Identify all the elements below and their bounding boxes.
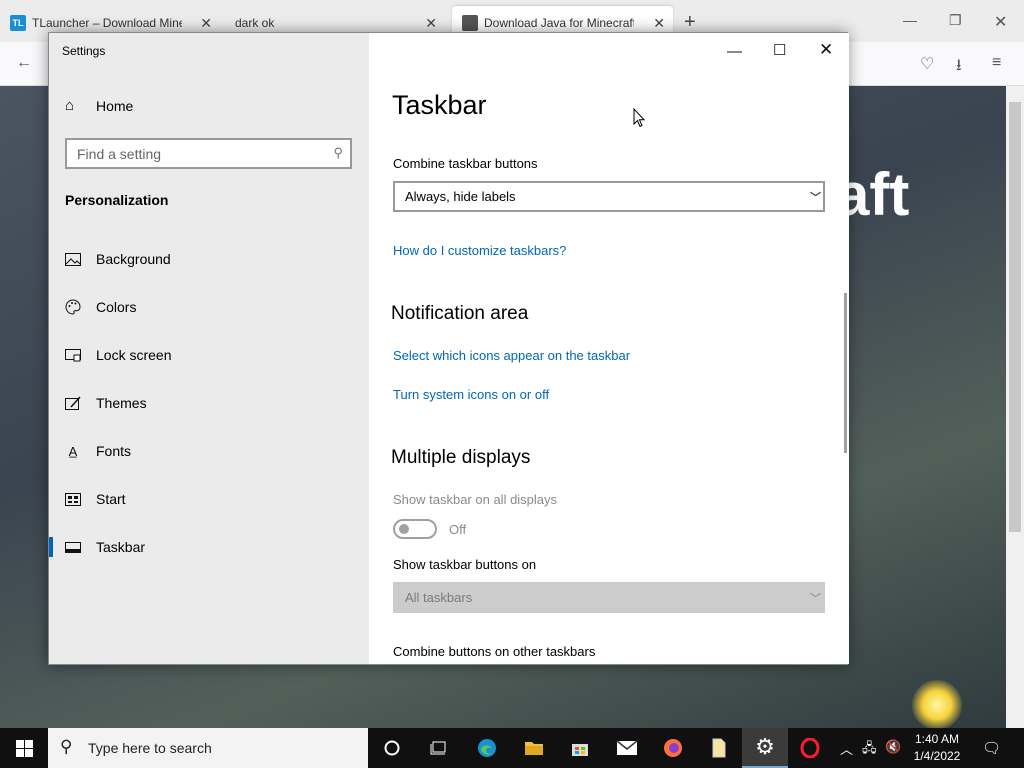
close-tab-icon[interactable]: ✕ — [653, 15, 665, 32]
pocket-icon[interactable]: ♡ — [920, 54, 934, 74]
start-button[interactable] — [0, 728, 48, 768]
new-tab-icon[interactable]: + — [684, 11, 696, 34]
home-icon: ⌂ — [65, 97, 75, 114]
fonts-icon: A̲ — [68, 443, 78, 459]
picture-icon — [65, 251, 81, 267]
find-setting-input[interactable]: Find a setting ⚲ — [65, 138, 352, 169]
search-placeholder: Find a setting — [77, 146, 162, 162]
settings-content: — ☐ ✕ Taskbar Combine taskbar buttons Al… — [369, 33, 849, 664]
chevron-down-icon: ﹀ — [810, 192, 821, 204]
show-taskbar-all-displays-toggle[interactable] — [393, 519, 437, 539]
home-nav-item[interactable]: ⌂ Home — [65, 97, 133, 114]
sidebar-item-label: Fonts — [96, 443, 132, 459]
taskbar-search-placeholder: Type here to search — [88, 740, 212, 756]
customize-taskbars-link[interactable]: How do I customize taskbars? — [393, 243, 566, 258]
restore-icon[interactable]: ❐ — [949, 12, 962, 29]
mail-icon[interactable] — [604, 728, 650, 768]
file-icon[interactable] — [696, 728, 742, 768]
sidebar-item-background[interactable]: Background — [65, 249, 365, 269]
notification-icon[interactable]: 🗨 — [982, 739, 1001, 757]
sidebar-item-label: Background — [96, 251, 171, 267]
sidebar-item-start[interactable]: Start — [65, 489, 365, 509]
combine-taskbar-buttons-label: Combine taskbar buttons — [393, 156, 538, 171]
firefox-icon[interactable] — [650, 728, 696, 768]
sidebar-item-themes[interactable]: Themes — [65, 393, 365, 413]
window-title: Settings — [62, 44, 106, 58]
notification-area-heading: Notification area — [391, 303, 529, 324]
close-tab-icon[interactable]: ✕ — [425, 15, 437, 32]
show-taskbar-buttons-dropdown[interactable]: All taskbars ﹀ — [393, 582, 825, 613]
page-title: Taskbar — [392, 90, 487, 120]
settings-window: Settings ⌂ Home Find a setting ⚲ Persona… — [48, 32, 849, 665]
store-icon[interactable] — [557, 728, 603, 768]
select-icons-link[interactable]: Select which icons appear on the taskbar — [393, 348, 630, 363]
close-tab-icon[interactable]: ✕ — [200, 15, 212, 32]
file-explorer-icon[interactable] — [511, 728, 557, 768]
clock-date: 1/4/2022 — [913, 749, 961, 763]
sidebar-item-fonts[interactable]: A̲ Fonts — [65, 441, 365, 461]
home-label: Home — [96, 97, 134, 114]
taskbar-icon — [65, 539, 81, 555]
combine-other-taskbars-label: Combine buttons on other taskbars — [393, 644, 596, 659]
taskbar: ⚲ Type here to search ⚙ ︿ 🖧 🔇 1:40 AM 1/… — [0, 728, 1024, 768]
search-icon: ⚲ — [60, 737, 73, 756]
maximize-icon[interactable]: ☐ — [773, 41, 786, 59]
section-title: Personalization — [65, 192, 169, 208]
start-icon — [65, 491, 81, 507]
scrollbar-thumb[interactable] — [1009, 102, 1021, 532]
clock-time: 1:40 AM — [914, 732, 960, 746]
sidebar-item-label: Themes — [96, 395, 147, 411]
sidebar-item-lock-screen[interactable]: Lock screen — [65, 345, 365, 365]
cube-favicon-icon — [462, 14, 478, 31]
browser-tab-label: dark ok — [235, 15, 275, 30]
taskbar-search-box[interactable]: ⚲ Type here to search — [48, 728, 368, 768]
themes-icon — [65, 395, 81, 411]
sidebar-item-taskbar[interactable]: Taskbar — [65, 537, 365, 557]
taskbar-clock[interactable]: 1:40 AM 1/4/2022 — [906, 731, 968, 765]
lock-screen-icon — [65, 347, 81, 363]
toggle-knob — [399, 524, 409, 534]
mouse-cursor-icon — [633, 108, 645, 128]
volume-muted-icon[interactable]: 🔇 — [885, 739, 901, 755]
sidebar-item-label: Lock screen — [96, 347, 172, 363]
windows-logo-icon — [15, 739, 33, 757]
close-icon[interactable]: ✕ — [994, 12, 1007, 32]
content-scrollbar[interactable] — [844, 293, 847, 453]
back-arrow-icon[interactable]: ← — [16, 54, 32, 72]
browser-tab-label: Download Java for Minecraft (R — [484, 15, 634, 30]
page-scrollbar[interactable] — [1006, 86, 1024, 728]
settings-sidebar: Settings ⌂ Home Find a setting ⚲ Persona… — [49, 33, 369, 664]
menu-icon[interactable]: ≡ — [992, 54, 1001, 72]
browser-tab-label: TLauncher – Download Minecraft — [32, 15, 182, 30]
chevron-up-icon[interactable]: ︿ — [840, 739, 853, 758]
minimize-icon[interactable]: — — [727, 43, 742, 60]
tlauncher-favicon-icon: TL — [10, 14, 26, 31]
close-icon[interactable]: ✕ — [819, 40, 833, 60]
sidebar-item-label: Taskbar — [96, 539, 146, 555]
chevron-down-icon: ﹀ — [810, 593, 821, 605]
toggle-state-label: Off — [449, 522, 467, 537]
selected-indicator — [49, 537, 53, 557]
show-taskbar-all-displays-label: Show taskbar on all displays — [393, 492, 558, 507]
sidebar-item-colors[interactable]: Colors — [65, 297, 365, 317]
network-icon[interactable]: 🖧 — [862, 739, 877, 761]
download-icon[interactable]: ⭳ — [956, 54, 962, 81]
task-view-icon[interactable] — [416, 728, 462, 768]
sidebar-item-label: Colors — [96, 299, 137, 315]
multiple-displays-heading: Multiple displays — [391, 447, 531, 468]
opera-icon[interactable] — [787, 728, 833, 768]
cortana-icon[interactable] — [369, 728, 415, 768]
sidebar-item-label: Start — [96, 491, 126, 507]
system-icons-link[interactable]: Turn system icons on or off — [393, 387, 549, 402]
show-taskbar-buttons-label: Show taskbar buttons on — [393, 557, 537, 572]
dropdown-value: Always, hide labels — [405, 189, 516, 204]
edge-icon[interactable] — [464, 728, 510, 768]
palette-icon — [65, 299, 81, 315]
dropdown-value: All taskbars — [405, 590, 473, 605]
combine-taskbar-buttons-dropdown[interactable]: Always, hide labels ﹀ — [393, 181, 825, 212]
search-icon: ⚲ — [333, 145, 343, 160]
lantern-glow — [912, 680, 962, 730]
settings-gear-icon[interactable]: ⚙ — [742, 728, 788, 768]
minimize-icon[interactable]: — — [903, 12, 917, 28]
